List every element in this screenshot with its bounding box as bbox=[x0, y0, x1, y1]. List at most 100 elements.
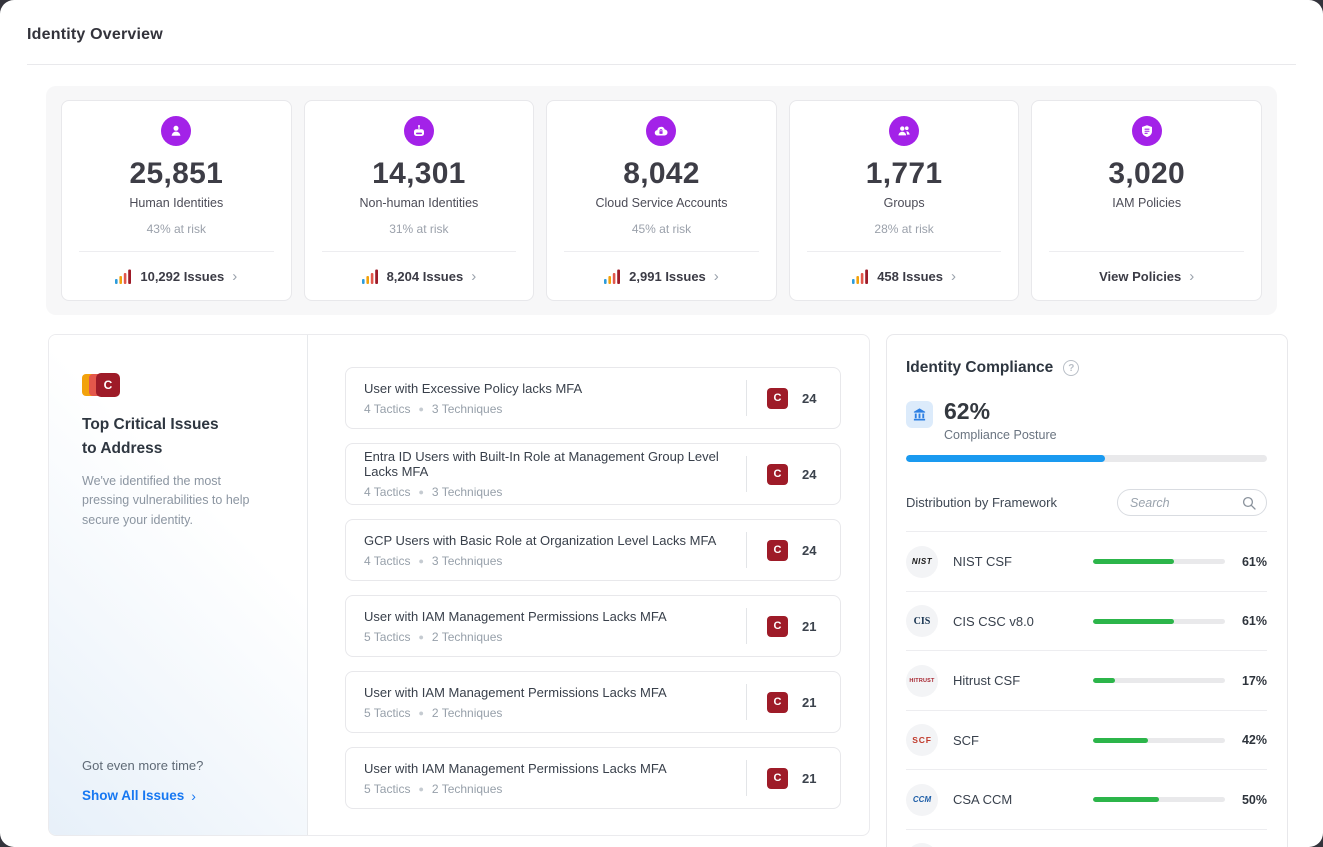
stat-risk: 45% at risk bbox=[632, 222, 691, 236]
issue-severity-block: C 21 bbox=[746, 684, 818, 720]
stat-value: 1,771 bbox=[866, 157, 943, 191]
issue-card[interactable]: GCP Users with Basic Role at Organizatio… bbox=[345, 519, 841, 581]
issue-meta: 5 Tactics ● 2 Techniques bbox=[364, 630, 667, 644]
issue-card[interactable]: User with IAM Management Permissions Lac… bbox=[345, 671, 841, 733]
identity-type-icon bbox=[896, 123, 912, 139]
dot-separator-icon: ● bbox=[418, 708, 423, 718]
severity-bars-icon bbox=[115, 268, 132, 285]
issue-tactics: 5 Tactics bbox=[364, 782, 410, 796]
issue-meta: 4 Tactics ● 3 Techniques bbox=[364, 554, 716, 568]
critical-severity-badge: C bbox=[767, 616, 788, 637]
identity-type-icon bbox=[411, 123, 427, 139]
stat-footer-label: 8,204 Issues bbox=[387, 269, 464, 284]
show-all-issues-link[interactable]: Show All Issues › bbox=[82, 788, 203, 803]
issue-score: 21 bbox=[802, 771, 818, 786]
framework-logo: SCF bbox=[906, 724, 938, 756]
stat-card: 25,851 Human Identities 43% at risk 10,2… bbox=[61, 100, 292, 301]
framework-bar-track bbox=[1093, 619, 1225, 624]
framework-row[interactable]: CCM CSA CCM 50% bbox=[906, 769, 1267, 829]
chevron-right-icon: › bbox=[1189, 268, 1194, 284]
framework-logo: CIS bbox=[906, 605, 938, 637]
framework-bar-fill bbox=[1093, 797, 1159, 802]
issue-meta: 4 Tactics ● 3 Techniques bbox=[364, 485, 746, 499]
issue-tactics: 4 Tactics bbox=[364, 485, 410, 499]
stat-risk: 43% at risk bbox=[147, 222, 206, 236]
framework-row[interactable]: SCF SCF 42% bbox=[906, 710, 1267, 770]
issue-techniques: 2 Techniques bbox=[432, 782, 503, 796]
framework-logo: NIST bbox=[906, 546, 938, 578]
issue-score: 24 bbox=[802, 391, 818, 406]
stat-card: 3,020 IAM Policies View Policies bbox=[1031, 100, 1262, 301]
identity-compliance-card: Identity Compliance ? 62% Compliance Pos… bbox=[886, 334, 1288, 847]
issue-score: 24 bbox=[802, 467, 818, 482]
stat-issues-link[interactable]: 458 Issues › bbox=[790, 252, 1019, 300]
chevron-right-icon: › bbox=[471, 268, 476, 284]
stat-icon-circle bbox=[889, 116, 919, 146]
issue-score: 21 bbox=[802, 619, 818, 634]
issue-title: Entra ID Users with Built-In Role at Man… bbox=[364, 449, 746, 479]
issue-card[interactable]: User with IAM Management Permissions Lac… bbox=[345, 595, 841, 657]
stat-label: Cloud Service Accounts bbox=[595, 196, 727, 210]
framework-name: CIS CSC v8.0 bbox=[953, 614, 1034, 629]
stat-risk: 28% at risk bbox=[874, 222, 933, 236]
framework-search-input[interactable] bbox=[1130, 496, 1240, 510]
severity-stack-icon: C bbox=[82, 373, 122, 397]
issue-score: 21 bbox=[802, 695, 818, 710]
stat-footer-label: 458 Issues bbox=[877, 269, 943, 284]
issue-card[interactable]: User with Excessive Policy lacks MFA 4 T… bbox=[345, 367, 841, 429]
help-icon[interactable]: ? bbox=[1063, 360, 1079, 376]
framework-row[interactable]: CCM CSA CCM 50% bbox=[906, 829, 1267, 847]
framework-bar-fill bbox=[1093, 559, 1174, 564]
issue-score: 24 bbox=[802, 543, 818, 558]
chevron-right-icon: › bbox=[951, 268, 956, 284]
critical-issues-list: User with Excessive Policy lacks MFA 4 T… bbox=[308, 335, 869, 835]
stat-value: 14,301 bbox=[372, 157, 466, 191]
chevron-right-icon: › bbox=[191, 788, 196, 803]
critical-issues-section: C Top Critical Issues to Address We've i… bbox=[48, 334, 870, 836]
critical-severity-badge: C bbox=[767, 692, 788, 713]
stat-card: 8,042 Cloud Service Accounts 45% at risk… bbox=[546, 100, 777, 301]
framework-bar-track bbox=[1093, 678, 1225, 683]
framework-row[interactable]: CIS CIS CSC v8.0 61% bbox=[906, 591, 1267, 651]
critical-severity-badge: C bbox=[767, 540, 788, 561]
dot-separator-icon: ● bbox=[418, 784, 423, 794]
top-critical-panel: C Top Critical Issues to Address We've i… bbox=[49, 335, 308, 835]
stat-risk: 31% at risk bbox=[389, 222, 448, 236]
distribution-label: Distribution by Framework bbox=[906, 495, 1057, 510]
stat-issues-link[interactable]: 8,204 Issues › bbox=[305, 252, 534, 300]
issue-main: Entra ID Users with Built-In Role at Man… bbox=[364, 449, 746, 499]
stat-icon-circle bbox=[1132, 116, 1162, 146]
critical-severity-badge: C bbox=[767, 388, 788, 409]
stat-issues-link[interactable]: View Policies › bbox=[1032, 252, 1261, 300]
issue-title: GCP Users with Basic Role at Organizatio… bbox=[364, 533, 716, 548]
page-header: Identity Overview bbox=[0, 0, 1323, 44]
stat-issues-link[interactable]: 2,991 Issues › bbox=[547, 252, 776, 300]
posture-progress-fill bbox=[906, 455, 1105, 462]
dot-separator-icon: ● bbox=[418, 487, 423, 497]
critical-severity-badge: C bbox=[767, 464, 788, 485]
stat-issues-link[interactable]: 10,292 Issues › bbox=[62, 252, 291, 300]
identity-overview-page: Identity Overview 25,851 Human Identitie… bbox=[0, 0, 1323, 847]
critical-severity-badge: C bbox=[767, 768, 788, 789]
dot-separator-icon: ● bbox=[418, 556, 423, 566]
issue-meta: 4 Tactics ● 3 Techniques bbox=[364, 402, 582, 416]
framework-name: SCF bbox=[953, 733, 979, 748]
stat-label: Human Identities bbox=[129, 196, 223, 210]
issue-main: User with IAM Management Permissions Lac… bbox=[364, 761, 667, 796]
issue-severity-block: C 24 bbox=[746, 380, 818, 416]
issue-title: User with Excessive Policy lacks MFA bbox=[364, 381, 582, 396]
issue-main: User with IAM Management Permissions Lac… bbox=[364, 685, 667, 720]
stat-label: Groups bbox=[884, 196, 925, 210]
issue-severity-block: C 21 bbox=[746, 760, 818, 796]
search-icon bbox=[1242, 496, 1256, 510]
issue-divider bbox=[746, 532, 747, 568]
framework-value: 50% bbox=[1225, 793, 1267, 807]
framework-row[interactable]: NIST NIST CSF 61% bbox=[906, 531, 1267, 591]
issue-severity-block: C 24 bbox=[746, 456, 818, 492]
framework-search[interactable] bbox=[1117, 489, 1267, 516]
issue-meta: 5 Tactics ● 2 Techniques bbox=[364, 706, 667, 720]
issue-techniques: 3 Techniques bbox=[432, 402, 503, 416]
issue-card[interactable]: User with IAM Management Permissions Lac… bbox=[345, 747, 841, 809]
issue-card[interactable]: Entra ID Users with Built-In Role at Man… bbox=[345, 443, 841, 505]
framework-row[interactable]: HITRUST Hitrust CSF 17% bbox=[906, 650, 1267, 710]
